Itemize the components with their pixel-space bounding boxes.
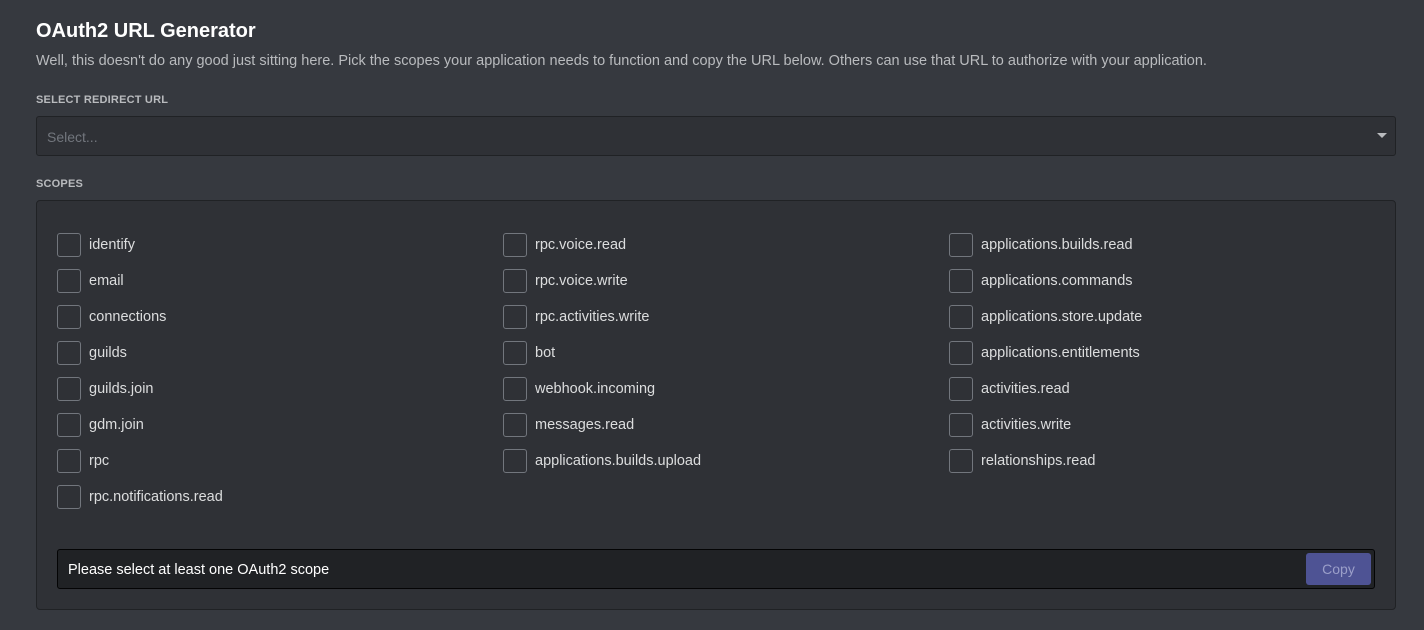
- scope-label: rpc.notifications.read: [89, 489, 223, 505]
- scope-label: applications.entitlements: [981, 345, 1140, 361]
- scope-item[interactable]: applications.builds.read: [949, 233, 1142, 257]
- scope-checkbox[interactable]: [503, 269, 527, 293]
- scope-label: relationships.read: [981, 453, 1096, 469]
- scope-item[interactable]: activities.read: [949, 377, 1142, 401]
- generated-url-text: Please select at least one OAuth2 scope: [68, 562, 330, 578]
- page-description: Well, this doesn't do any good just sitt…: [36, 53, 1207, 69]
- scope-checkbox[interactable]: [949, 377, 973, 401]
- scope-checkbox[interactable]: [57, 413, 81, 437]
- scope-label: guilds: [89, 345, 127, 361]
- generated-url-field[interactable]: Please select at least one OAuth2 scope …: [57, 549, 1375, 589]
- scopes-column-3: applications.builds.read applications.com…: [949, 233, 1142, 485]
- scope-item[interactable]: applications.builds.upload: [503, 449, 701, 473]
- scope-checkbox[interactable]: [57, 233, 81, 257]
- scope-item[interactable]: guilds.join: [57, 377, 223, 401]
- scope-checkbox[interactable]: [949, 269, 973, 293]
- scope-item[interactable]: relationships.read: [949, 449, 1142, 473]
- scope-checkbox[interactable]: [503, 377, 527, 401]
- scope-item[interactable]: identify: [57, 233, 223, 257]
- scope-checkbox[interactable]: [949, 449, 973, 473]
- scope-item[interactable]: bot: [503, 341, 701, 365]
- scope-checkbox[interactable]: [503, 233, 527, 257]
- scope-item[interactable]: rpc.activities.write: [503, 305, 701, 329]
- copy-button[interactable]: Copy: [1306, 553, 1371, 585]
- scope-item[interactable]: rpc.notifications.read: [57, 485, 223, 509]
- scope-label: applications.commands: [981, 273, 1133, 289]
- scope-checkbox[interactable]: [949, 413, 973, 437]
- scope-checkbox[interactable]: [503, 413, 527, 437]
- scopes-column-1: identify email connections guilds guilds.joi…: [57, 233, 223, 521]
- scope-checkbox[interactable]: [949, 341, 973, 365]
- scope-checkbox[interactable]: [57, 341, 81, 365]
- scope-label: connections: [89, 309, 167, 325]
- scope-label: rpc.voice.write: [535, 273, 628, 289]
- scope-label: webhook.incoming: [535, 381, 656, 397]
- scope-checkbox[interactable]: [57, 485, 81, 509]
- scope-label: rpc: [89, 453, 110, 469]
- scope-item[interactable]: connections: [57, 305, 223, 329]
- chevron-down-icon[interactable]: [1377, 133, 1387, 138]
- scope-checkbox[interactable]: [503, 341, 527, 365]
- scope-checkbox[interactable]: [503, 305, 527, 329]
- scope-label: gdm.join: [89, 417, 144, 433]
- scope-checkbox[interactable]: [57, 449, 81, 473]
- scope-item[interactable]: email: [57, 269, 223, 293]
- redirect-url-placeholder: Select...: [47, 129, 98, 145]
- page-title: OAuth2 URL Generator: [36, 20, 256, 42]
- scope-item[interactable]: rpc: [57, 449, 223, 473]
- scope-label: identify: [89, 237, 135, 253]
- scopes-column-2: rpc.voice.read rpc.voice.write rpc.activit…: [503, 233, 701, 485]
- scope-item[interactable]: applications.commands: [949, 269, 1142, 293]
- scope-label: activities.read: [981, 381, 1070, 397]
- scope-label: applications.builds.upload: [535, 453, 702, 469]
- scopes-panel: identify email connections guilds guilds.joi…: [36, 200, 1396, 610]
- scope-label: guilds.join: [89, 381, 154, 397]
- scope-label: rpc.voice.read: [535, 237, 627, 253]
- scope-label: messages.read: [535, 417, 635, 433]
- scope-label: applications.store.update: [981, 309, 1143, 325]
- scope-checkbox[interactable]: [949, 233, 973, 257]
- scope-item[interactable]: applications.entitlements: [949, 341, 1142, 365]
- redirect-url-select[interactable]: Select...: [36, 116, 1396, 156]
- scope-label: applications.builds.read: [981, 237, 1133, 253]
- scope-item[interactable]: applications.store.update: [949, 305, 1142, 329]
- scopes-label: SCOPES: [36, 178, 84, 190]
- redirect-url-label: SELECT REDIRECT URL: [36, 94, 169, 106]
- scope-item[interactable]: guilds: [57, 341, 223, 365]
- scope-item[interactable]: webhook.incoming: [503, 377, 701, 401]
- scope-checkbox[interactable]: [57, 377, 81, 401]
- scope-checkbox[interactable]: [57, 269, 81, 293]
- scope-item[interactable]: messages.read: [503, 413, 701, 437]
- scope-item[interactable]: rpc.voice.write: [503, 269, 701, 293]
- scope-label: bot: [535, 345, 556, 361]
- scope-item[interactable]: gdm.join: [57, 413, 223, 437]
- scope-label: email: [89, 273, 124, 289]
- scope-checkbox[interactable]: [949, 305, 973, 329]
- scope-label: activities.write: [981, 417, 1072, 433]
- scope-item[interactable]: activities.write: [949, 413, 1142, 437]
- scope-item[interactable]: rpc.voice.read: [503, 233, 701, 257]
- oauth2-url-generator-page: OAuth2 URL Generator Well, this doesn't …: [0, 0, 1424, 630]
- scope-checkbox[interactable]: [503, 449, 527, 473]
- scope-label: rpc.activities.write: [535, 309, 650, 325]
- scope-checkbox[interactable]: [57, 305, 81, 329]
